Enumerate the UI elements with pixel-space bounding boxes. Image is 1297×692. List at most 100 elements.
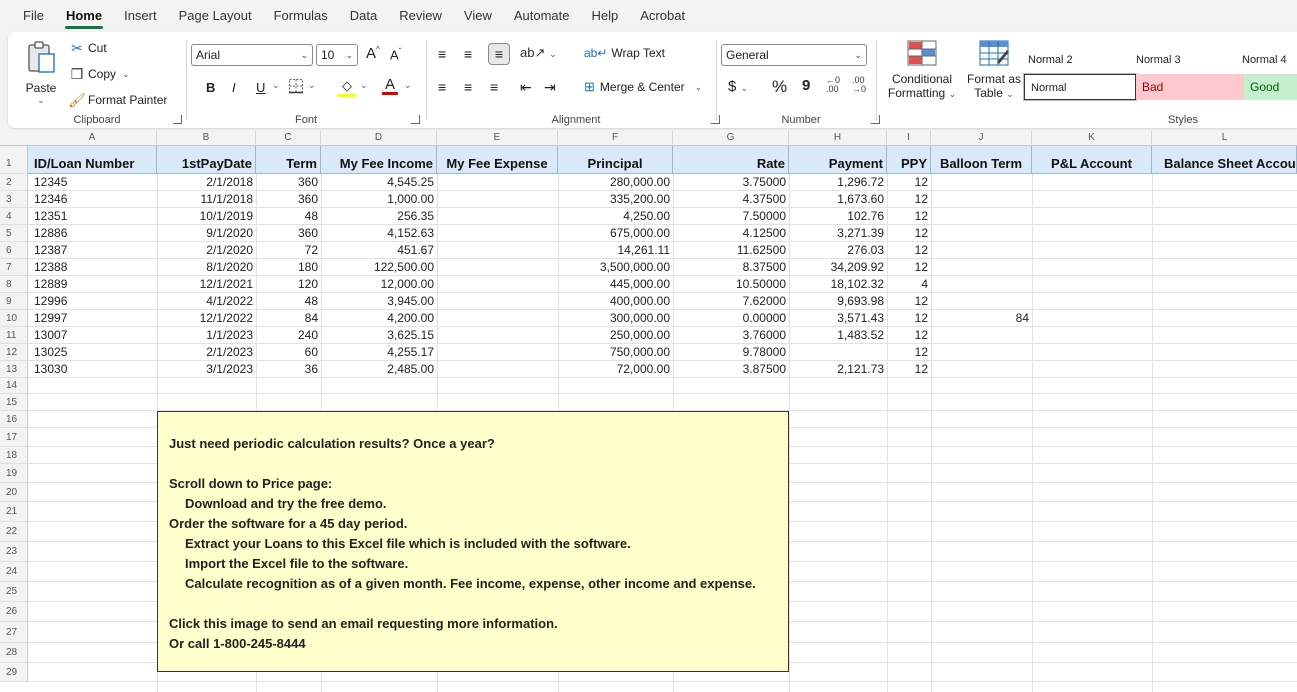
row-header[interactable]: 25 <box>0 582 28 602</box>
table-cell[interactable]: 12/1/2021 <box>157 276 256 293</box>
row-header[interactable]: 19 <box>0 464 28 483</box>
wrap-text-button[interactable]: ab↵ Wrap Text <box>584 46 665 60</box>
table-cell[interactable]: 12 <box>887 361 931 378</box>
table-cell[interactable]: 7.62000 <box>673 293 789 310</box>
font-size-select[interactable]: 10 ⌄ <box>316 44 358 66</box>
table-cell[interactable]: 4/1/2022 <box>157 293 256 310</box>
style-normal-3[interactable]: Normal 3 <box>1130 47 1238 73</box>
table-header-cell[interactable]: ID/Loan Number <box>28 146 157 174</box>
table-cell[interactable]: 4,200.00 <box>321 310 437 327</box>
table-cell[interactable]: 3.87500 <box>673 361 789 378</box>
promo-box[interactable]: Just need periodic calculation results? … <box>157 411 789 672</box>
fill-color-dropdown-icon[interactable]: ⌄ <box>360 80 368 91</box>
align-left-icon[interactable]: ≡ <box>438 79 446 95</box>
row-header[interactable]: 12 <box>0 344 28 361</box>
font-color-dropdown-icon[interactable]: ⌄ <box>404 80 412 91</box>
table-cell[interactable]: 256.35 <box>321 208 437 225</box>
table-cell[interactable]: 4,250.00 <box>558 208 673 225</box>
table-header-cell[interactable]: Balloon Term <box>931 146 1032 174</box>
currency-button[interactable]: $ ⌄ <box>728 78 748 95</box>
table-cell[interactable] <box>931 242 1032 259</box>
table-cell[interactable] <box>931 174 1032 191</box>
table-cell[interactable]: 4.37500 <box>673 191 789 208</box>
table-cell[interactable] <box>931 293 1032 310</box>
increase-decimal-button[interactable]: ←0.00 <box>826 76 840 94</box>
table-cell[interactable]: 3,945.00 <box>321 293 437 310</box>
row-header[interactable]: 29 <box>0 663 28 682</box>
number-format-select[interactable]: General ⌄ <box>721 44 867 66</box>
row-header[interactable]: 14 <box>0 378 28 394</box>
table-cell[interactable]: 1,296.72 <box>789 174 887 191</box>
table-cell[interactable]: 400,000.00 <box>558 293 673 310</box>
table-cell[interactable]: 12 <box>887 174 931 191</box>
increase-indent-icon[interactable]: ⇥ <box>544 79 556 96</box>
bold-button[interactable]: B <box>206 80 215 95</box>
font-launcher-icon[interactable] <box>411 115 420 124</box>
tab-formulas[interactable]: Formulas <box>263 0 339 32</box>
table-cell[interactable]: 12388 <box>28 259 157 276</box>
table-cell[interactable]: 12997 <box>28 310 157 327</box>
table-cell[interactable]: 12/1/2022 <box>157 310 256 327</box>
table-cell[interactable]: 11.62500 <box>673 242 789 259</box>
row-header[interactable]: 23 <box>0 542 28 562</box>
orientation-icon[interactable]: ab↗ ⌄ <box>520 45 557 61</box>
table-header-cell[interactable]: My Fee Income <box>321 146 437 174</box>
style-normal[interactable]: Normal <box>1024 74 1136 100</box>
row-header[interactable]: 16 <box>0 411 28 428</box>
table-cell[interactable]: 250,000.00 <box>558 327 673 344</box>
table-cell[interactable] <box>437 310 558 327</box>
table-cell[interactable]: 9,693.98 <box>789 293 887 310</box>
row-header[interactable]: 26 <box>0 602 28 622</box>
table-cell[interactable]: 12 <box>887 259 931 276</box>
table-cell[interactable]: 280,000.00 <box>558 174 673 191</box>
table-cell[interactable]: 1,483.52 <box>789 327 887 344</box>
column-header-k[interactable]: K <box>1032 130 1152 146</box>
table-cell[interactable]: 48 <box>256 293 321 310</box>
style-normal-2[interactable]: Normal 2 <box>1022 47 1130 73</box>
table-cell[interactable]: 360 <box>256 191 321 208</box>
table-cell[interactable]: 9/1/2020 <box>157 225 256 242</box>
table-cell[interactable]: 3,271.39 <box>789 225 887 242</box>
tab-help[interactable]: Help <box>581 0 630 32</box>
row-header[interactable]: 7 <box>0 259 28 276</box>
table-cell[interactable]: 12 <box>887 293 931 310</box>
table-cell[interactable]: 12996 <box>28 293 157 310</box>
decrease-indent-icon[interactable]: ⇤ <box>520 79 532 96</box>
table-cell[interactable]: 0.00000 <box>673 310 789 327</box>
row-header[interactable]: 5 <box>0 225 28 242</box>
table-cell[interactable]: 12 <box>887 242 931 259</box>
table-cell[interactable]: 3,500,000.00 <box>558 259 673 276</box>
table-cell[interactable]: 360 <box>256 225 321 242</box>
row-header[interactable]: 3 <box>0 191 28 208</box>
column-header-j[interactable]: J <box>931 130 1032 146</box>
table-cell[interactable]: 8.37500 <box>673 259 789 276</box>
tab-page-layout[interactable]: Page Layout <box>168 0 263 32</box>
table-cell[interactable]: 12 <box>887 225 931 242</box>
table-cell[interactable]: 4.12500 <box>673 225 789 242</box>
table-cell[interactable]: 48 <box>256 208 321 225</box>
table-cell[interactable] <box>931 361 1032 378</box>
table-cell[interactable]: 3.75000 <box>673 174 789 191</box>
row-header[interactable]: 11 <box>0 327 28 344</box>
table-header-cell[interactable]: My Fee Expense <box>437 146 558 174</box>
underline-button[interactable]: U <box>256 80 265 95</box>
column-header-h[interactable]: H <box>789 130 887 146</box>
table-cell[interactable]: 12886 <box>28 225 157 242</box>
table-cell[interactable]: 360 <box>256 174 321 191</box>
column-header-a[interactable]: A <box>28 130 157 146</box>
row-header[interactable]: 24 <box>0 562 28 582</box>
table-header-cell[interactable]: Principal <box>558 146 673 174</box>
table-cell[interactable] <box>437 174 558 191</box>
table-header-cell[interactable]: Payment <box>789 146 887 174</box>
table-cell[interactable]: 451.67 <box>321 242 437 259</box>
column-header-d[interactable]: D <box>321 130 437 146</box>
table-cell[interactable] <box>437 225 558 242</box>
table-cell[interactable]: 1/1/2023 <box>157 327 256 344</box>
table-cell[interactable] <box>931 327 1032 344</box>
table-cell[interactable] <box>931 259 1032 276</box>
merge-center-button[interactable]: ⊞ Merge & Center ⌄ <box>584 79 702 95</box>
table-cell[interactable]: 4,255.17 <box>321 344 437 361</box>
table-cell[interactable] <box>437 242 558 259</box>
table-cell[interactable]: 36 <box>256 361 321 378</box>
row-header[interactable]: 17 <box>0 428 28 447</box>
